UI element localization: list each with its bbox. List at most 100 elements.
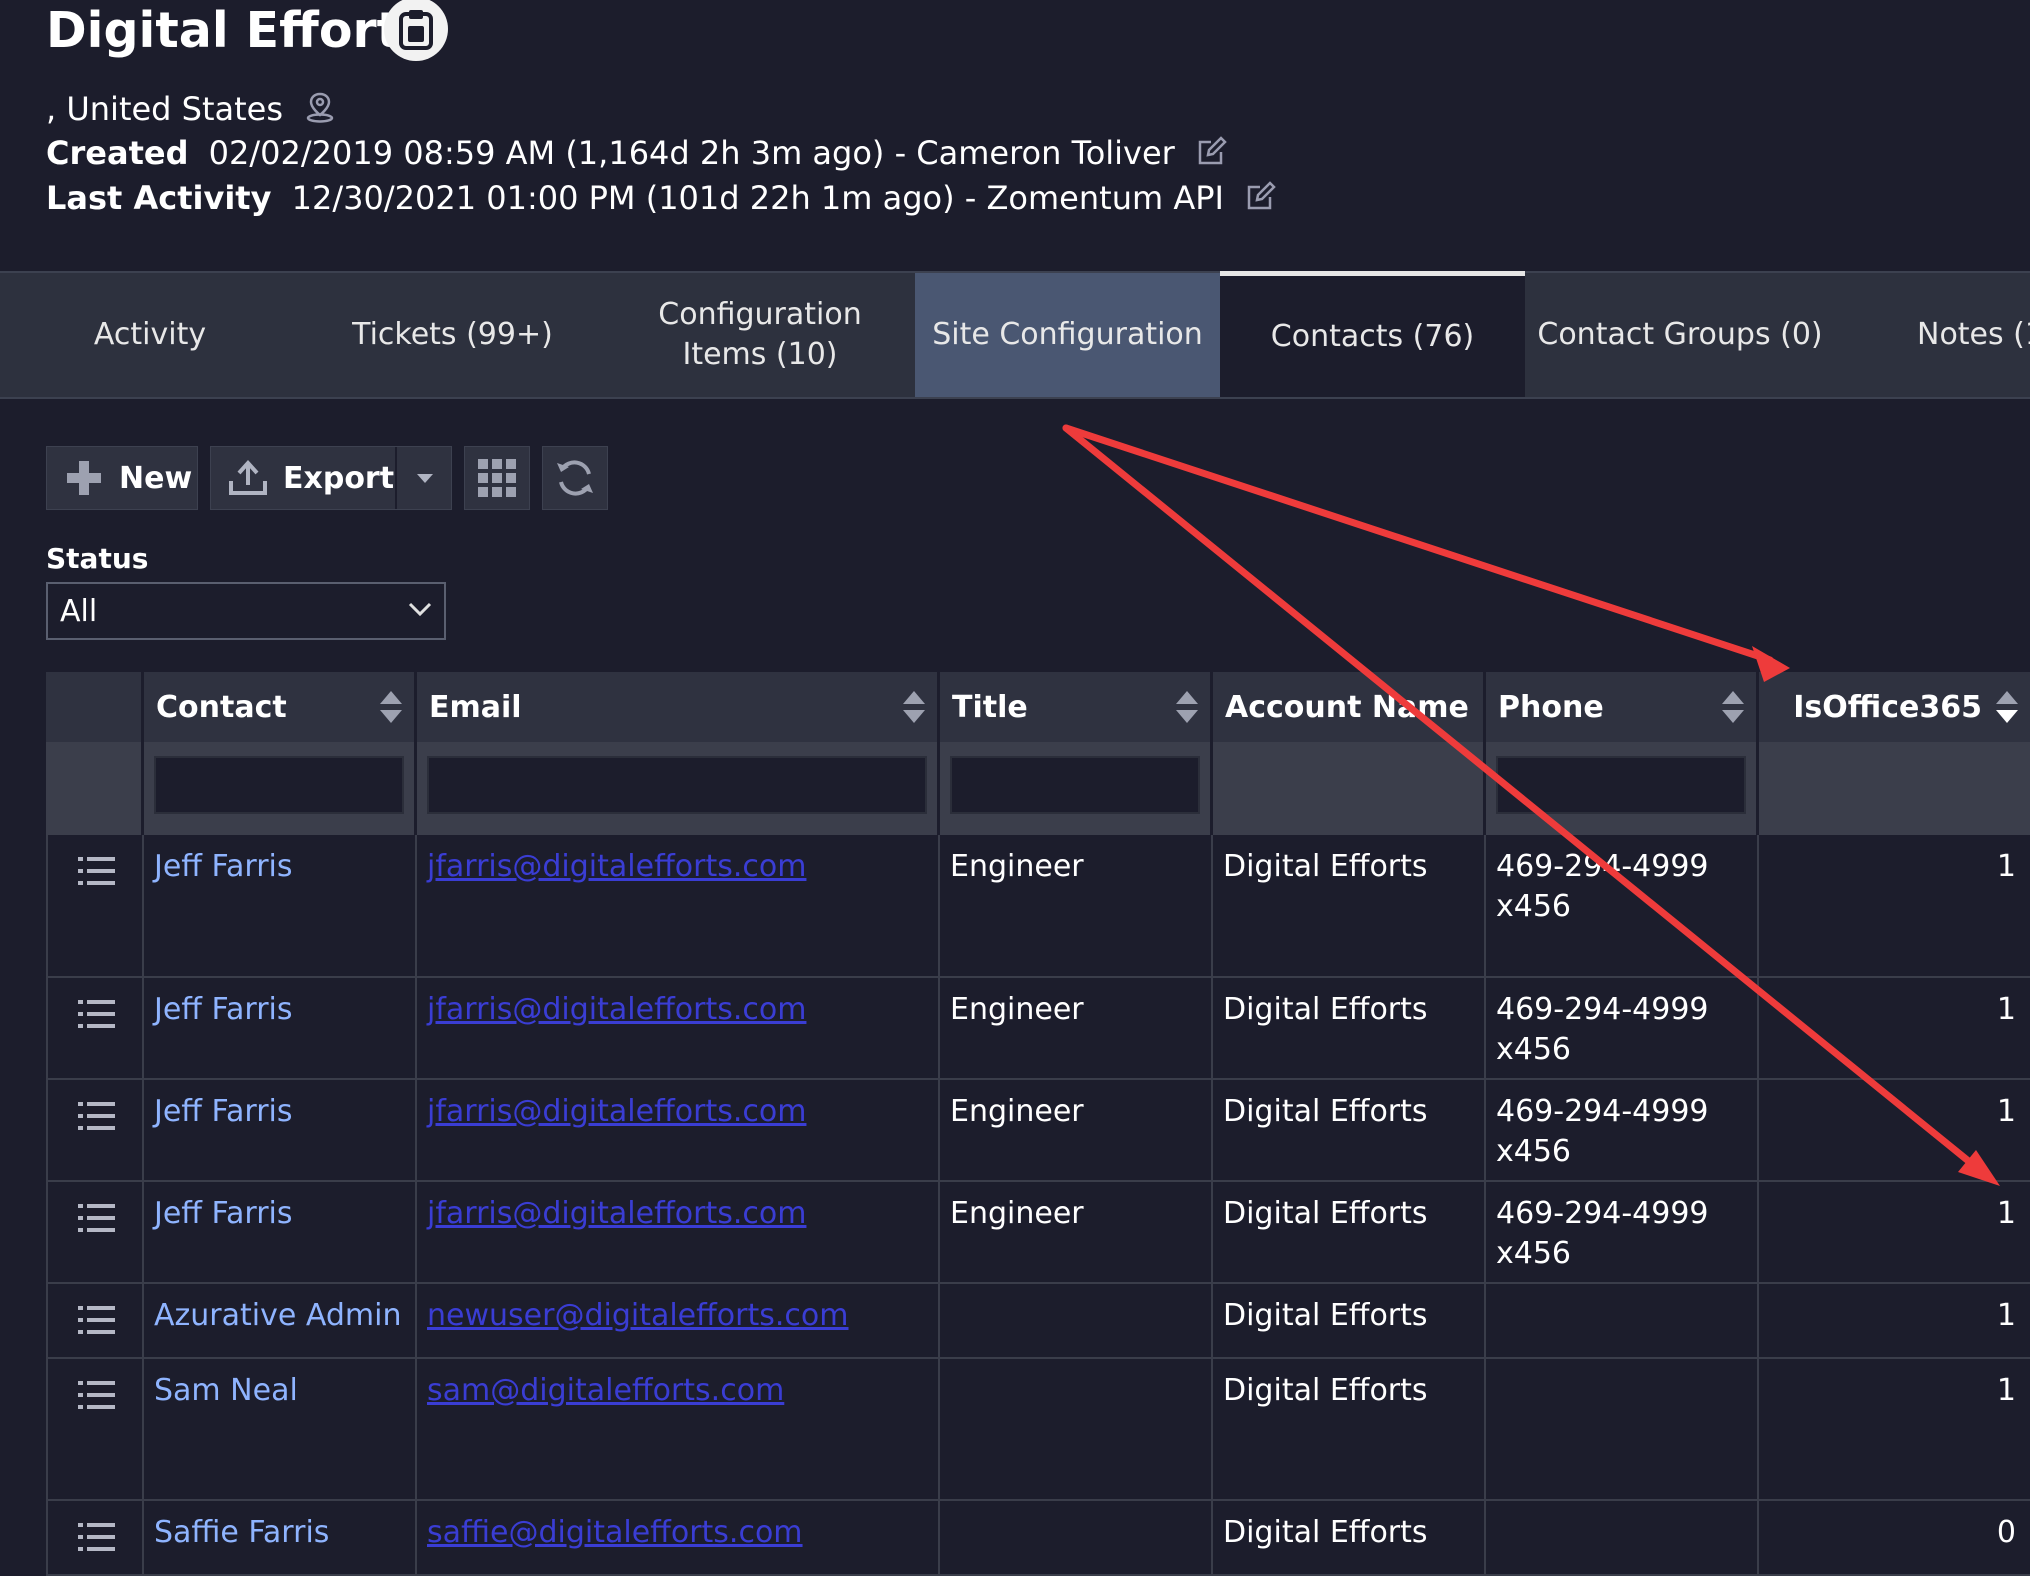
isoffice365-cell: 1: [1996, 992, 2016, 1027]
row-menu-cell: [46, 1501, 144, 1574]
header-account-name[interactable]: Account Name: [1213, 672, 1486, 742]
account-header: Digital Efforts , United States Created …: [0, 0, 2030, 270]
sort-icon[interactable]: [1994, 688, 2020, 726]
sort-icon[interactable]: [1174, 688, 1200, 726]
location-line: , United States: [46, 90, 335, 131]
email-cell: saffie@digitalefforts.com: [417, 1501, 940, 1574]
created-label: Created: [46, 134, 189, 172]
sort-icon[interactable]: [1720, 688, 1746, 726]
sort-icon[interactable]: [378, 688, 404, 726]
header-email[interactable]: Email: [417, 672, 940, 742]
table-row[interactable]: Azurative Admin newuser@digitalefforts.co…: [46, 1284, 2030, 1359]
tab-contacts[interactable]: Contacts (76): [1220, 271, 1525, 397]
contact-link[interactable]: Jeff Farris: [154, 1094, 293, 1129]
tab-site-configuration[interactable]: Site Configuration: [915, 273, 1220, 397]
email-link[interactable]: jfarris@digitalefforts.com: [427, 992, 806, 1027]
contact-link[interactable]: Saffie Farris: [154, 1515, 329, 1550]
header-title-label: Title: [952, 689, 1028, 725]
email-link[interactable]: newuser@digitalefforts.com: [427, 1298, 849, 1333]
title-cell: [940, 1501, 1213, 1574]
location-text: , United States: [46, 90, 284, 128]
export-button-label: Export: [283, 460, 395, 496]
phone-cell: 469-294-4999 x456: [1486, 1080, 1759, 1180]
tab-activity[interactable]: Activity: [0, 273, 300, 397]
header-title[interactable]: Title: [940, 672, 1213, 742]
table-row[interactable]: Sam Neal sam@digitalefforts.com Digital Ef…: [46, 1359, 2030, 1501]
phone-cell: 469-294-4999 x456: [1486, 1182, 1759, 1282]
contact-link[interactable]: Jeff Farris: [154, 849, 293, 884]
email-filter-input[interactable]: [427, 756, 927, 814]
clipboard-icon[interactable]: [384, 0, 448, 61]
sort-icon[interactable]: [901, 688, 927, 726]
column-chooser-button[interactable]: [464, 446, 530, 510]
list-menu-icon[interactable]: [78, 1379, 116, 1411]
table-row[interactable]: Jeff Farris jfarris@digitalefforts.com Eng…: [46, 835, 2030, 978]
header-isoffice365[interactable]: IsOffice365: [1759, 672, 2030, 742]
table-row[interactable]: Jeff Farris jfarris@digitalefforts.com Eng…: [46, 1182, 2030, 1284]
header-contact-label: Contact: [156, 689, 287, 725]
table-row[interactable]: Jeff Farris jfarris@digitalefforts.com Eng…: [46, 1080, 2030, 1182]
tab-configuration-items[interactable]: Configuration Items (10): [605, 273, 915, 397]
email-cell: jfarris@digitalefforts.com: [417, 1182, 940, 1282]
created-line: Created 02/02/2019 08:59 AM (1,164d 2h 3…: [46, 134, 1227, 174]
header-phone[interactable]: Phone: [1486, 672, 1759, 742]
contact-link[interactable]: Azurative Admin: [154, 1298, 401, 1333]
plus-icon: [67, 461, 101, 495]
filter-title-cell: [940, 742, 1213, 835]
edit-icon[interactable]: [1246, 181, 1276, 219]
isoffice365-cell: 0: [1759, 1501, 2030, 1574]
status-dropdown[interactable]: All: [46, 582, 446, 640]
header-isoffice365-label: IsOffice365: [1793, 689, 1982, 725]
email-link[interactable]: saffie@digitalefforts.com: [427, 1515, 803, 1550]
email-cell: sam@digitalefforts.com: [417, 1359, 940, 1499]
list-menu-icon[interactable]: [78, 1304, 116, 1336]
last-activity-line: Last Activity 12/30/2021 01:00 PM (101d …: [46, 179, 1276, 219]
phone-cell: 469-294-4999 x456: [1486, 835, 1759, 976]
contact-link[interactable]: Jeff Farris: [154, 992, 293, 1027]
isoffice365-cell: 1: [1759, 1182, 2030, 1282]
email-link[interactable]: jfarris@digitalefforts.com: [427, 1196, 806, 1231]
refresh-button[interactable]: [542, 446, 608, 510]
new-button[interactable]: New: [46, 446, 198, 510]
list-menu-icon[interactable]: [78, 998, 116, 1030]
email-link[interactable]: jfarris@digitalefforts.com: [427, 1094, 806, 1129]
header-account-name-label: Account Name: [1225, 689, 1469, 725]
refresh-icon: [557, 460, 593, 496]
filter-email-cell: [417, 742, 940, 835]
header-email-label: Email: [429, 689, 522, 725]
header-phone-label: Phone: [1498, 689, 1604, 725]
title-filter-input[interactable]: [950, 756, 1200, 814]
header-contact[interactable]: Contact: [144, 672, 417, 742]
email-link[interactable]: jfarris@digitalefforts.com: [427, 849, 806, 884]
edit-icon[interactable]: [1197, 136, 1227, 174]
map-pin-icon[interactable]: [305, 91, 335, 131]
tab-notes[interactable]: Notes (1: [1835, 273, 2030, 397]
contact-cell: Jeff Farris: [144, 1080, 417, 1180]
title-cell: Engineer: [950, 1094, 1084, 1129]
filter-phone-cell: [1486, 742, 1759, 835]
split-divider: [395, 447, 397, 509]
tab-contact-groups[interactable]: Contact Groups (0): [1525, 273, 1835, 397]
title-cell: Engineer: [940, 978, 1213, 1078]
phone-cell: 469-294-4999 x456: [1496, 849, 1709, 924]
list-menu-icon[interactable]: [78, 1202, 116, 1234]
export-button[interactable]: Export: [210, 446, 452, 510]
caret-down-icon[interactable]: [416, 473, 434, 485]
isoffice365-cell: 1: [1759, 978, 2030, 1078]
account-name-cell: Digital Efforts: [1223, 1515, 1428, 1550]
contact-link[interactable]: Jeff Farris: [154, 1196, 293, 1231]
tab-tickets[interactable]: Tickets (99+): [300, 273, 605, 397]
list-menu-icon[interactable]: [78, 1521, 116, 1553]
list-menu-icon[interactable]: [78, 1100, 116, 1132]
contact-link[interactable]: Sam Neal: [154, 1373, 298, 1408]
title-cell: Engineer: [940, 1080, 1213, 1180]
contact-filter-input[interactable]: [154, 756, 404, 814]
tab-bar: Activity Tickets (99+) Configuration Ite…: [0, 271, 2030, 399]
phone-filter-input[interactable]: [1496, 756, 1746, 814]
email-link[interactable]: sam@digitalefforts.com: [427, 1373, 784, 1408]
table-row[interactable]: Jeff Farris jfarris@digitalefforts.com Eng…: [46, 978, 2030, 1080]
last-activity-value: 12/30/2021 01:00 PM (101d 22h 1m ago) - …: [291, 179, 1224, 217]
filter-menu-column: [46, 742, 144, 835]
list-menu-icon[interactable]: [78, 855, 116, 887]
table-row[interactable]: Saffie Farris saffie@digitalefforts.com Di…: [46, 1501, 2030, 1576]
